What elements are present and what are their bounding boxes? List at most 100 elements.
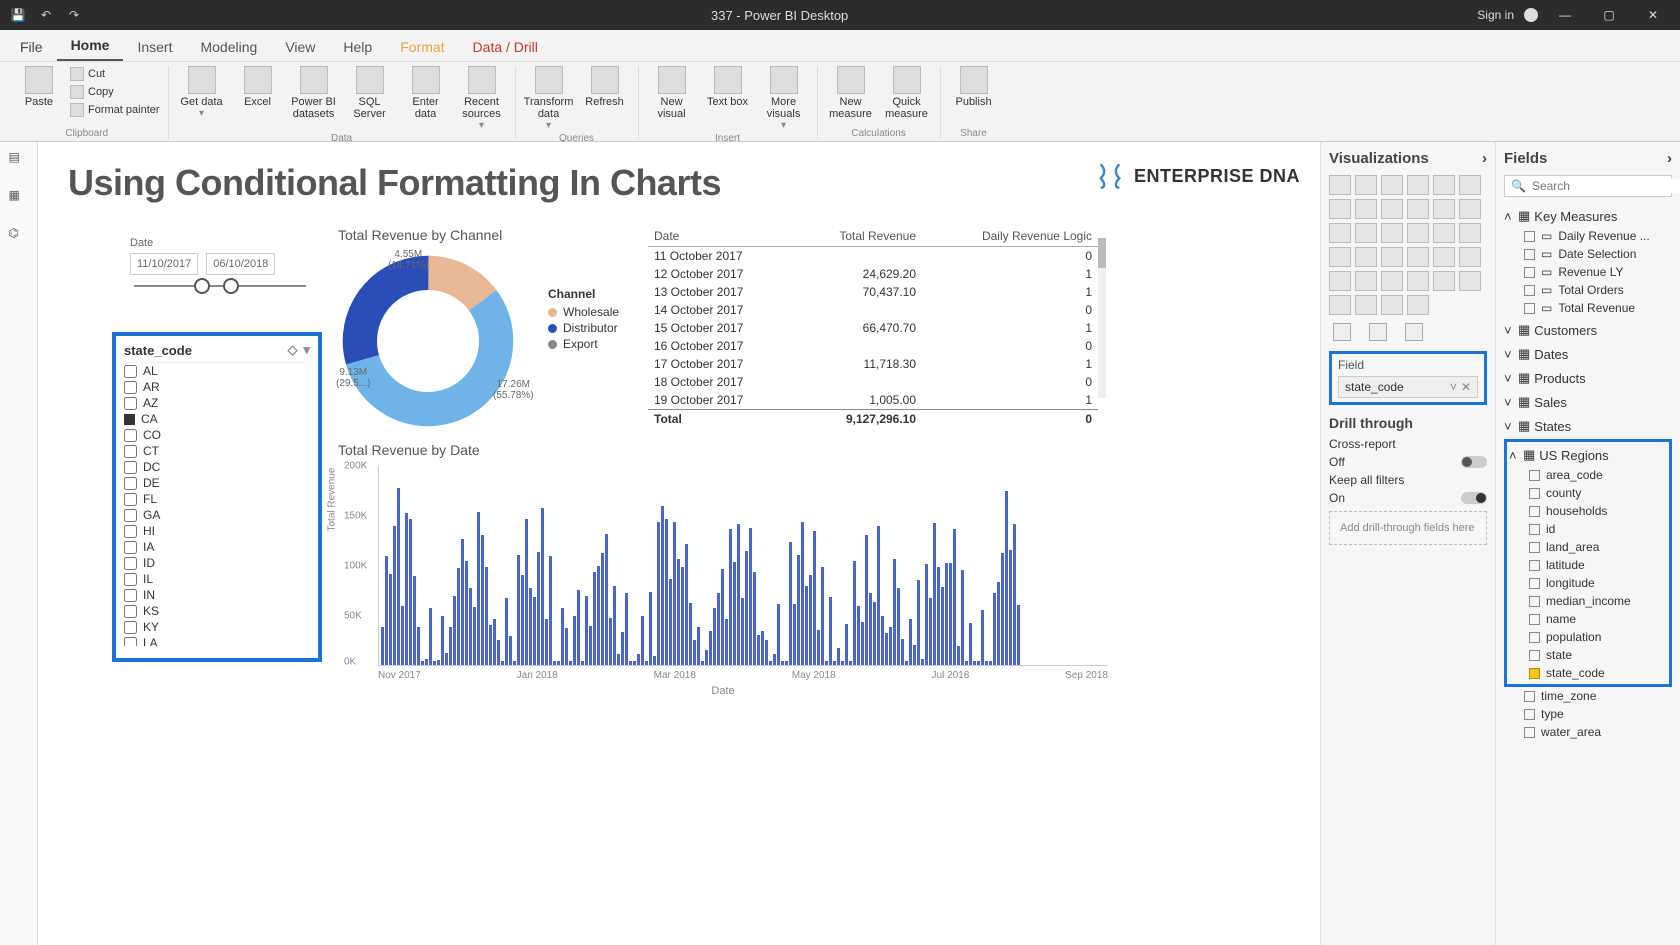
checkbox[interactable] (1529, 596, 1540, 607)
state-item-KY[interactable]: KY (124, 619, 310, 635)
field-item[interactable]: county (1509, 484, 1667, 502)
avatar[interactable] (1524, 8, 1538, 22)
viz-type-icon[interactable] (1407, 295, 1429, 315)
checkbox[interactable] (1524, 303, 1535, 314)
chevron-right-icon[interactable]: › (1482, 150, 1487, 167)
field-item[interactable]: median_income (1509, 592, 1667, 610)
field-item[interactable]: id (1509, 520, 1667, 538)
field-item[interactable]: type (1504, 705, 1672, 723)
bar-chart[interactable]: Total Revenue by Date 200K 150K 100K 50K… (338, 442, 1108, 702)
report-view-icon[interactable]: ▤ (9, 150, 29, 170)
field-item[interactable]: time_zone (1504, 687, 1672, 705)
slider-handle-right[interactable] (223, 278, 239, 294)
signin-link[interactable]: Sign in (1477, 8, 1514, 22)
group-customers[interactable]: ˅▦ Customers (1504, 319, 1672, 341)
checkbox[interactable] (124, 605, 137, 618)
publish-button[interactable]: Publish (949, 66, 999, 108)
date-from-input[interactable]: 11/10/2017 (130, 253, 198, 275)
state-item-KS[interactable]: KS (124, 603, 310, 619)
checkbox[interactable] (124, 621, 137, 634)
drill-through-dropzone[interactable]: Add drill-through fields here (1329, 511, 1487, 545)
viz-type-icon[interactable] (1459, 175, 1481, 195)
donut-chart[interactable]: Total Revenue by Channel 4.55M(14.71%) 9… (338, 227, 668, 434)
state-item-CA[interactable]: CA (124, 411, 310, 427)
state-item-HI[interactable]: HI (124, 523, 310, 539)
tab-home[interactable]: Home (57, 31, 124, 61)
checkbox[interactable] (1529, 470, 1540, 481)
checkbox[interactable] (1524, 231, 1535, 242)
table-row[interactable]: 19 October 20171,005.001 (648, 391, 1098, 410)
remove-icon[interactable]: ✕ (1461, 380, 1471, 394)
text-box-button[interactable]: Text box (703, 66, 753, 108)
checkbox[interactable] (124, 637, 137, 647)
tab-view[interactable]: View (271, 33, 329, 61)
checkbox[interactable] (1524, 727, 1535, 738)
checkbox[interactable] (124, 573, 137, 586)
viz-type-icon[interactable] (1407, 199, 1429, 219)
state-item-FL[interactable]: FL (124, 491, 310, 507)
field-item[interactable]: ▭ Revenue LY (1504, 263, 1672, 281)
viz-type-icon[interactable] (1329, 295, 1351, 315)
state-item-IL[interactable]: IL (124, 571, 310, 587)
table-row[interactable]: 17 October 201711,718.301 (648, 355, 1098, 373)
state-item-IA[interactable]: IA (124, 539, 310, 555)
viz-type-icon[interactable] (1329, 223, 1351, 243)
sql-server-button[interactable]: SQL Server (345, 66, 395, 120)
table-row[interactable]: 13 October 201770,437.101 (648, 283, 1098, 301)
viz-type-icon[interactable] (1355, 175, 1377, 195)
report-canvas[interactable]: Using Conditional Formatting In Charts E… (38, 142, 1320, 945)
revenue-table[interactable]: Date Total Revenue Daily Revenue Logic 1… (648, 226, 1098, 428)
checkbox[interactable] (1529, 488, 1540, 499)
viz-type-icon[interactable] (1329, 175, 1351, 195)
field-item[interactable]: ▭ Total Orders (1504, 281, 1672, 299)
tab-data-drill[interactable]: Data / Drill (459, 33, 552, 61)
viz-type-icon[interactable] (1355, 295, 1377, 315)
checkbox[interactable] (124, 589, 137, 602)
analytics-tab-icon[interactable] (1405, 323, 1423, 341)
state-code-slicer[interactable]: state_code ◇ ▾ ALARAZCACOCTDCDEFLGAHIIAI… (112, 332, 322, 662)
table-row[interactable]: 18 October 20170 (648, 373, 1098, 391)
tab-insert[interactable]: Insert (123, 33, 186, 61)
state-item-AZ[interactable]: AZ (124, 395, 310, 411)
checkbox[interactable] (1524, 285, 1535, 296)
viz-type-icon[interactable] (1433, 247, 1455, 267)
checkbox[interactable] (124, 493, 137, 506)
checkbox[interactable] (1529, 668, 1540, 679)
field-item[interactable]: ▭ Daily Revenue ... (1504, 227, 1672, 245)
chevron-down-icon[interactable]: ▾ (303, 342, 310, 358)
checkbox[interactable] (1524, 691, 1535, 702)
field-item[interactable]: state_code (1509, 664, 1667, 682)
col-daily-logic[interactable]: Daily Revenue Logic (922, 226, 1098, 247)
checkbox[interactable] (1524, 267, 1535, 278)
field-item[interactable]: population (1509, 628, 1667, 646)
viz-type-icon[interactable] (1407, 175, 1429, 195)
table-row[interactable]: 15 October 201766,470.701 (648, 319, 1098, 337)
state-item-IN[interactable]: IN (124, 587, 310, 603)
chevron-down-icon[interactable]: ˅ (1450, 380, 1457, 394)
viz-type-icon[interactable] (1329, 271, 1351, 291)
state-item-AR[interactable]: AR (124, 379, 310, 395)
field-item[interactable]: ▭ Date Selection (1504, 245, 1672, 263)
date-slicer[interactable]: Date 11/10/2017 06/10/2018 (130, 237, 310, 297)
col-date[interactable]: Date (648, 226, 794, 247)
tab-modeling[interactable]: Modeling (186, 33, 271, 61)
group-dates[interactable]: ˅▦ Dates (1504, 343, 1672, 365)
checkbox[interactable] (124, 397, 137, 410)
viz-type-icon[interactable] (1381, 223, 1403, 243)
fields-tab-icon[interactable] (1333, 323, 1351, 341)
field-item[interactable]: water_area (1504, 723, 1672, 741)
excel-button[interactable]: Excel (233, 66, 283, 108)
eraser-icon[interactable]: ◇ (287, 342, 297, 358)
viz-type-icon[interactable] (1407, 247, 1429, 267)
pbi-datasets-button[interactable]: Power BI datasets (289, 66, 339, 120)
checkbox[interactable] (1529, 650, 1540, 661)
group-products[interactable]: ˅▦ Products (1504, 367, 1672, 389)
new-measure-button[interactable]: New measure (826, 66, 876, 120)
col-total-revenue[interactable]: Total Revenue (794, 226, 922, 247)
group-us-regions[interactable]: ˄▦ US Regions (1509, 444, 1667, 466)
state-item-LA[interactable]: LA (124, 635, 310, 646)
viz-type-icon[interactable] (1433, 199, 1455, 219)
copy-button[interactable]: Copy (70, 84, 160, 100)
get-data-button[interactable]: Get data▾ (177, 66, 227, 119)
field-item[interactable]: ▭ Total Revenue (1504, 299, 1672, 317)
